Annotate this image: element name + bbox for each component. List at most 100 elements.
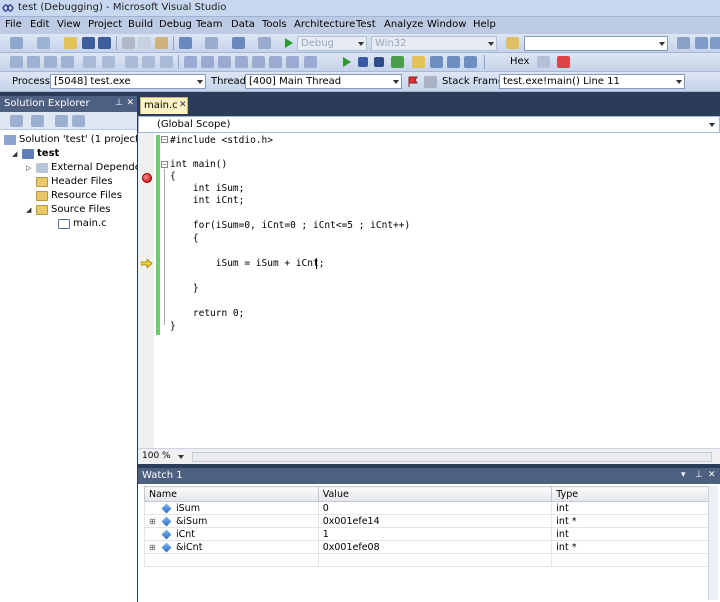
- expand-plus-icon[interactable]: ⊞: [149, 543, 159, 552]
- instruction-pointer-icon[interactable]: [141, 259, 153, 268]
- tree-header-files[interactable]: Header Files: [36, 176, 113, 187]
- menu-help[interactable]: Help: [473, 19, 496, 30]
- menu-test[interactable]: Test: [356, 19, 376, 30]
- break-all-icon[interactable]: [358, 57, 368, 67]
- stack-frame-select[interactable]: test.exe!main() Line 11: [499, 74, 685, 89]
- process-select[interactable]: [5048] test.exe: [50, 74, 206, 89]
- flag-filter-icon[interactable]: [424, 76, 437, 88]
- chevron-down-icon[interactable]: [178, 455, 184, 459]
- toolbar-icon[interactable]: [304, 56, 317, 68]
- scope-navigation-bar[interactable]: (Global Scope): [138, 116, 720, 133]
- breakpoints-window-icon[interactable]: [557, 56, 570, 68]
- collapse-triangle-icon[interactable]: ◢: [12, 150, 20, 158]
- comment-icon[interactable]: [125, 56, 138, 68]
- solution-platform-select[interactable]: Win32: [371, 36, 497, 51]
- toolbar-icon[interactable]: [27, 56, 40, 68]
- navigate-forward-icon[interactable]: [258, 37, 271, 49]
- menu-view[interactable]: View: [57, 19, 81, 30]
- pin-icon[interactable]: ⊥: [695, 470, 703, 480]
- outdent-icon[interactable]: [102, 56, 115, 68]
- watch-name[interactable]: &iSum: [176, 516, 207, 527]
- menu-file[interactable]: File: [5, 19, 22, 30]
- menu-debug[interactable]: Debug: [159, 19, 192, 30]
- tree-project[interactable]: ◢ test: [12, 148, 59, 159]
- zoom-level[interactable]: 100 %: [142, 451, 171, 461]
- step-into-icon[interactable]: [430, 56, 443, 68]
- close-tab-icon[interactable]: ✕: [179, 100, 187, 110]
- show-all-files-icon[interactable]: [31, 115, 44, 127]
- tree-resource-files[interactable]: Resource Files: [36, 190, 122, 201]
- menu-tools[interactable]: Tools: [262, 19, 287, 30]
- new-project-icon[interactable]: [10, 37, 23, 49]
- menu-build[interactable]: Build: [128, 19, 153, 30]
- save-all-icon[interactable]: [98, 37, 111, 49]
- properties-icon[interactable]: [710, 37, 720, 49]
- watch-value[interactable]: 0: [317, 501, 553, 515]
- watch-name[interactable]: iSum: [176, 503, 200, 514]
- outline-collapse-icon[interactable]: −: [161, 136, 168, 143]
- find-in-files-icon[interactable]: [506, 37, 519, 49]
- properties-icon[interactable]: [10, 115, 23, 127]
- tree-source-files[interactable]: ◢ Source Files: [26, 204, 110, 215]
- close-icon[interactable]: ✕: [708, 470, 716, 480]
- redo-icon[interactable]: [205, 37, 218, 49]
- watch-empty-row[interactable]: [144, 553, 712, 567]
- watch-value[interactable]: 0x001efe14: [317, 514, 553, 528]
- chevron-down-icon[interactable]: ▾: [681, 470, 686, 480]
- watch-row[interactable]: ⊞ &iCnt 0x001efe08 int *: [144, 540, 712, 554]
- copy-icon[interactable]: [138, 37, 151, 49]
- open-file-icon[interactable]: [64, 37, 77, 49]
- menu-architecture[interactable]: Architecture: [294, 19, 355, 30]
- watch-name[interactable]: iCnt: [176, 529, 195, 540]
- column-header-type[interactable]: Type: [551, 486, 712, 502]
- toolbar-icon[interactable]: [10, 56, 23, 68]
- indent-icon[interactable]: [83, 56, 96, 68]
- view-class-diagram-icon[interactable]: [72, 115, 85, 127]
- solution-explorer-icon[interactable]: [695, 37, 708, 49]
- column-header-value[interactable]: Value: [317, 486, 553, 502]
- toolbar-icon[interactable]: [61, 56, 74, 68]
- watch-value[interactable]: 0x001efe08: [317, 540, 553, 554]
- menu-edit[interactable]: Edit: [30, 19, 49, 30]
- step-out-icon[interactable]: [464, 56, 477, 68]
- outline-collapse-icon[interactable]: −: [161, 161, 168, 168]
- toolbar-icon[interactable]: [44, 56, 57, 68]
- menu-analyze[interactable]: Analyze: [384, 19, 423, 30]
- code-editor[interactable]: − − #include <stdio.h> int main() { int …: [138, 133, 720, 448]
- step-over-icon[interactable]: [447, 56, 460, 68]
- watch-row[interactable]: iCnt 1 int: [144, 527, 712, 541]
- uncomment-icon[interactable]: [142, 56, 155, 68]
- save-icon[interactable]: [82, 37, 95, 49]
- undo-icon[interactable]: [179, 37, 192, 49]
- menu-project[interactable]: Project: [88, 19, 122, 30]
- toolbar-icon[interactable]: [286, 56, 299, 68]
- continue-debug-icon[interactable]: [340, 56, 353, 68]
- menu-team[interactable]: Team: [196, 19, 222, 30]
- hex-toggle[interactable]: Hex: [510, 56, 529, 67]
- menu-data[interactable]: Data: [231, 19, 255, 30]
- pin-icon[interactable]: ⊥: [115, 98, 123, 108]
- continue-icon[interactable]: [282, 37, 295, 49]
- find-icon[interactable]: [677, 37, 690, 49]
- bookmark-folder-icon[interactable]: [235, 56, 248, 68]
- refresh-icon[interactable]: [55, 115, 68, 127]
- toolbar-icon[interactable]: [537, 56, 550, 68]
- expand-plus-icon[interactable]: ⊞: [149, 517, 159, 526]
- column-header-name[interactable]: Name: [144, 486, 319, 502]
- paste-icon[interactable]: [155, 37, 168, 49]
- watch-value[interactable]: 1: [317, 527, 553, 541]
- toolbar-icon[interactable]: [269, 56, 282, 68]
- tree-solution[interactable]: Solution 'test' (1 project): [4, 134, 137, 145]
- watch-row[interactable]: ⊞ &iSum 0x001efe14 int *: [144, 514, 712, 528]
- tree-main-c[interactable]: main.c: [58, 218, 107, 229]
- expand-triangle-icon[interactable]: ▷: [26, 164, 34, 172]
- vertical-scrollbar[interactable]: [708, 486, 718, 600]
- watch-row[interactable]: iSum 0 int: [144, 501, 712, 515]
- find-combo[interactable]: [524, 36, 668, 51]
- flag-thread-icon[interactable]: [407, 76, 420, 88]
- watch-name[interactable]: &iCnt: [176, 542, 202, 553]
- add-item-icon[interactable]: [37, 37, 50, 49]
- show-next-statement-icon[interactable]: [412, 56, 425, 68]
- stop-debugging-icon[interactable]: [374, 57, 384, 67]
- toolbar-icon[interactable]: [160, 56, 173, 68]
